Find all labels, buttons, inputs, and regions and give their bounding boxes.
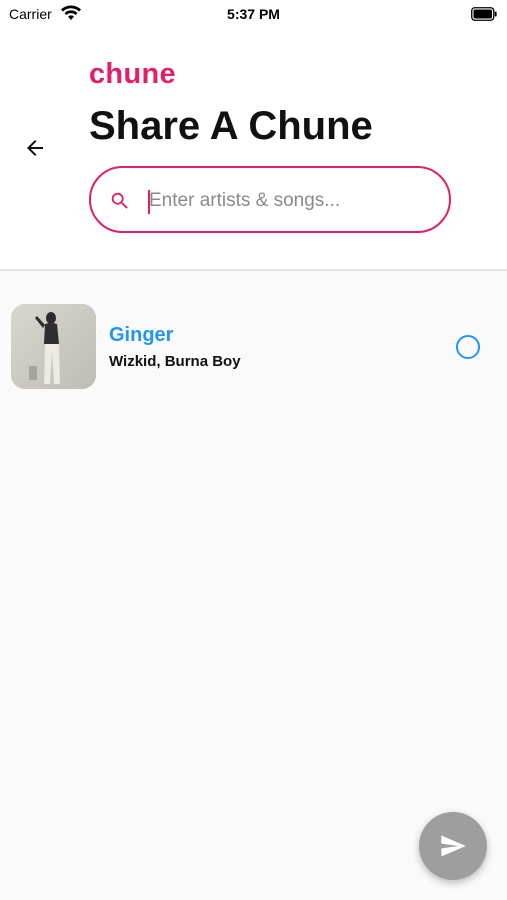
send-icon [441, 835, 466, 857]
back-button[interactable] [18, 132, 52, 164]
battery-icon [471, 7, 497, 21]
search-input[interactable] [149, 182, 429, 220]
send-button[interactable] [419, 812, 487, 880]
brand-logo: chune [89, 58, 176, 90]
album-art [11, 304, 96, 389]
track-artists: Wizkid, Burna Boy [109, 353, 241, 370]
arrow-left-icon [27, 140, 43, 156]
track-title: Ginger [109, 324, 174, 346]
search-bar[interactable] [89, 166, 451, 233]
select-radio[interactable] [456, 335, 480, 359]
status-time: 5:37 PM [227, 6, 280, 22]
album-art-image [11, 304, 96, 389]
header-divider [0, 269, 507, 271]
search-icon [111, 192, 128, 209]
status-bar: Carrier 5:37 PM [0, 0, 507, 28]
page-title: Share A Chune [89, 104, 373, 148]
list-item[interactable]: Ginger Wizkid, Burna Boy [0, 295, 507, 395]
